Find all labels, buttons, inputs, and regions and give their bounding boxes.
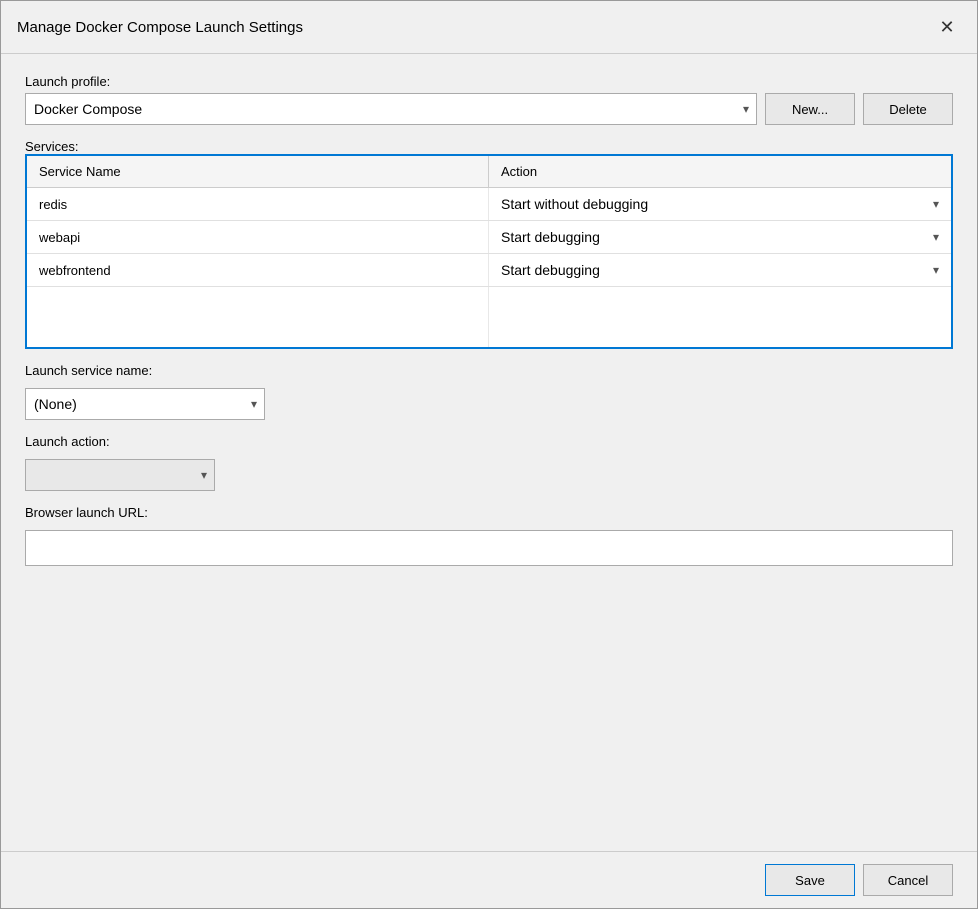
table-header: Service Name Action xyxy=(27,156,951,188)
services-section: Services: Service Name Action redis Star… xyxy=(25,139,953,349)
launch-profile-section: Launch profile: Docker Compose ▾ New... … xyxy=(25,74,953,125)
launch-profile-row: Docker Compose ▾ New... Delete xyxy=(25,93,953,125)
empty-cell-2 xyxy=(489,287,951,347)
table-empty-row xyxy=(27,287,951,347)
service-name-webapi: webapi xyxy=(27,221,489,253)
service-name-redis: redis xyxy=(27,188,489,220)
launch-action-select[interactable] xyxy=(25,459,215,491)
title-bar: Manage Docker Compose Launch Settings ✕ xyxy=(1,1,977,54)
col-service-name: Service Name xyxy=(27,156,489,187)
services-table: Service Name Action redis Start without … xyxy=(25,154,953,349)
save-button[interactable]: Save xyxy=(765,864,855,896)
col-action: Action xyxy=(489,156,951,187)
table-row: webapi Start debugging ▾ xyxy=(27,221,951,254)
browser-url-section: Browser launch URL: xyxy=(25,505,953,566)
service-action-redis[interactable]: Start without debugging ▾ xyxy=(489,188,951,220)
launch-profile-select[interactable]: Docker Compose xyxy=(25,93,757,125)
footer: Save Cancel xyxy=(1,851,977,908)
delete-button[interactable]: Delete xyxy=(863,93,953,125)
launch-service-select[interactable]: (None) xyxy=(25,388,265,420)
launch-service-select-wrapper: (None) ▾ xyxy=(25,388,265,420)
close-button[interactable]: ✕ xyxy=(933,13,961,41)
browser-url-label: Browser launch URL: xyxy=(25,505,953,520)
launch-profile-select-wrapper: Docker Compose ▾ xyxy=(25,93,757,125)
service-action-webapi[interactable]: Start debugging ▾ xyxy=(489,221,951,253)
service-name-webfrontend: webfrontend xyxy=(27,254,489,286)
launch-action-select-wrapper: ▾ xyxy=(25,459,215,491)
new-button[interactable]: New... xyxy=(765,93,855,125)
launch-action-section: Launch action: ▾ xyxy=(25,434,953,491)
services-label: Services: xyxy=(25,139,953,154)
launch-service-label: Launch service name: xyxy=(25,363,953,378)
table-row: webfrontend Start debugging ▾ xyxy=(27,254,951,287)
action-arrow-icon-webapi: ▾ xyxy=(933,230,939,244)
empty-cell-1 xyxy=(27,287,489,347)
dialog-content: Launch profile: Docker Compose ▾ New... … xyxy=(1,54,977,851)
service-action-webfrontend[interactable]: Start debugging ▾ xyxy=(489,254,951,286)
launch-profile-label: Launch profile: xyxy=(25,74,953,89)
action-arrow-icon-redis: ▾ xyxy=(933,197,939,211)
dialog: Manage Docker Compose Launch Settings ✕ … xyxy=(0,0,978,909)
table-row: redis Start without debugging ▾ xyxy=(27,188,951,221)
dialog-title: Manage Docker Compose Launch Settings xyxy=(17,19,303,36)
cancel-button[interactable]: Cancel xyxy=(863,864,953,896)
action-arrow-icon-webfrontend: ▾ xyxy=(933,263,939,277)
launch-action-label: Launch action: xyxy=(25,434,953,449)
launch-service-section: Launch service name: (None) ▾ xyxy=(25,363,953,420)
browser-url-input[interactable] xyxy=(25,530,953,566)
